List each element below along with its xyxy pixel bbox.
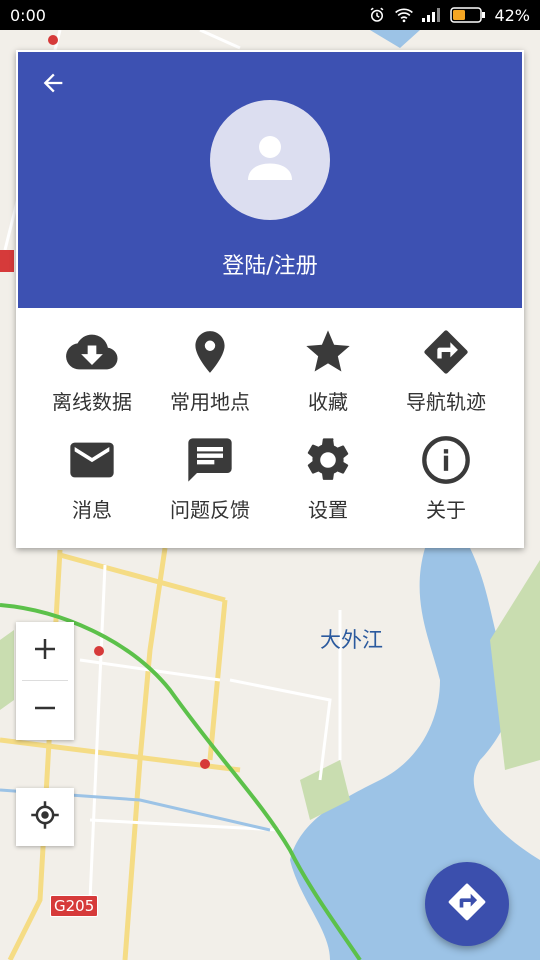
status-icons: 42% <box>368 6 530 25</box>
user-menu-panel: 登陆/注册 离线数据 常用地点 收藏 导航轨迹 消息 问题反馈 设置 关于 <box>16 50 524 548</box>
menu-item-label: 离线数据 <box>52 390 132 414</box>
road-sign-badge: G205 <box>50 895 99 917</box>
navigation-arrow-icon <box>420 324 472 380</box>
zoom-in-button[interactable] <box>16 622 74 680</box>
menu-item-label: 设置 <box>308 498 348 522</box>
person-icon <box>237 125 303 195</box>
battery-icon <box>450 7 486 23</box>
wifi-icon <box>394 7 414 23</box>
menu-item-messages[interactable]: 消息 <box>33 432 151 532</box>
menu-item-label: 导航轨迹 <box>406 390 486 414</box>
zoom-controls <box>16 622 74 740</box>
feedback-icon <box>184 432 236 488</box>
menu-item-label: 常用地点 <box>170 390 250 414</box>
map-pin-icon <box>185 324 235 380</box>
panel-header: 登陆/注册 <box>18 52 522 308</box>
menu-item-offline-data[interactable]: 离线数据 <box>33 324 151 424</box>
menu-grid: 离线数据 常用地点 收藏 导航轨迹 消息 问题反馈 设置 关于 <box>16 308 524 548</box>
gear-icon <box>302 432 354 488</box>
zoom-out-button[interactable] <box>16 681 74 739</box>
info-icon <box>420 432 472 488</box>
menu-item-label: 关于 <box>426 498 466 522</box>
menu-item-label: 收藏 <box>308 390 348 414</box>
plus-icon <box>30 634 60 668</box>
menu-item-about[interactable]: 关于 <box>387 432 505 532</box>
menu-item-label: 问题反馈 <box>170 498 250 522</box>
route-button[interactable] <box>425 862 509 946</box>
menu-item-frequent-places[interactable]: 常用地点 <box>151 324 269 424</box>
menu-item-nav-track[interactable]: 导航轨迹 <box>387 324 505 424</box>
alarm-icon <box>368 6 386 24</box>
map-place-label: 大外江 <box>320 628 383 652</box>
battery-percent: 42% <box>494 5 530 25</box>
mail-icon <box>66 432 118 488</box>
my-location-button[interactable] <box>16 788 74 846</box>
status-bar: 0:00 42% <box>0 0 540 30</box>
menu-item-favorites[interactable]: 收藏 <box>269 324 387 424</box>
login-register-link[interactable]: 登陆/注册 <box>18 248 522 280</box>
menu-item-settings[interactable]: 设置 <box>269 432 387 532</box>
status-time: 0:00 <box>10 5 46 25</box>
crosshair-icon <box>30 800 60 834</box>
menu-item-feedback[interactable]: 问题反馈 <box>151 432 269 532</box>
menu-item-label: 消息 <box>72 498 112 522</box>
arrow-left-icon <box>39 69 67 101</box>
back-button[interactable] <box>36 68 70 102</box>
minus-icon <box>30 693 60 727</box>
star-icon <box>302 324 354 380</box>
navigation-arrow-icon <box>445 880 489 928</box>
cloud-download-icon <box>66 324 118 380</box>
avatar[interactable] <box>210 100 330 220</box>
signal-icon <box>422 8 442 22</box>
